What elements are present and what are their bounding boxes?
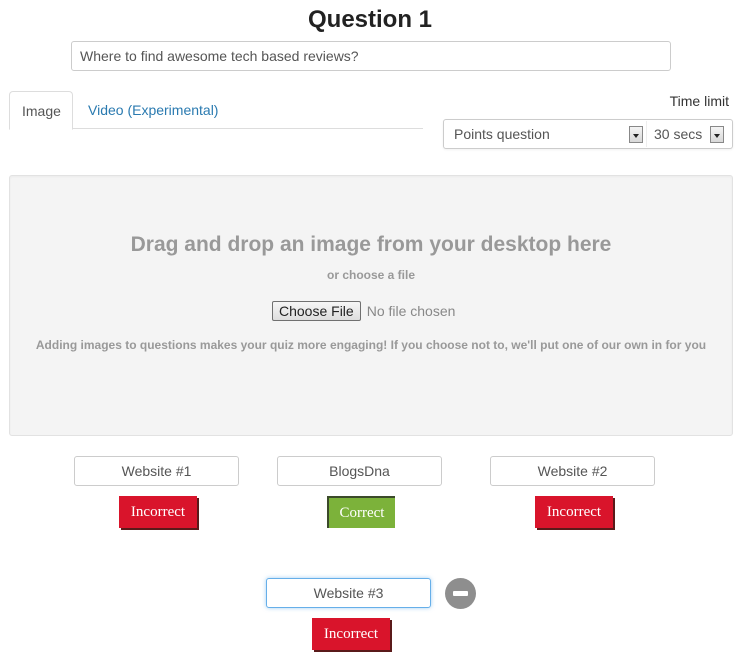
time-limit-label: Time limit [669,93,729,109]
answer-input[interactable] [266,578,431,608]
question-input[interactable] [71,41,671,71]
incorrect-toggle-button[interactable]: Incorrect [312,618,390,650]
file-status: No file chosen [366,303,456,319]
answer-input[interactable] [490,456,655,486]
incorrect-toggle-button[interactable]: Incorrect [535,496,613,528]
question-type-select[interactable]: Points question [454,120,624,148]
divider [646,121,647,147]
correct-toggle-button[interactable]: Correct [327,496,395,528]
media-tabs: Image Video (Experimental) [9,91,423,130]
answer-input[interactable] [74,456,239,486]
image-dropzone[interactable]: Drag and drop an image from your desktop… [9,175,733,436]
chevron-down-icon[interactable] [710,126,724,143]
incorrect-toggle-button[interactable]: Incorrect [119,496,197,528]
question-settings: Points question 30 secs [443,119,733,149]
time-limit-select[interactable]: 30 secs [654,120,714,148]
choose-file-button[interactable]: Choose File [272,301,361,321]
answer-input[interactable] [277,456,442,486]
page-title: Question 1 [307,6,433,33]
dropzone-hint: Adding images to questions makes your qu… [35,338,707,352]
remove-answer-icon[interactable] [445,578,476,609]
dropzone-subheading: or choose a file [326,268,416,282]
tab-video[interactable]: Video (Experimental) [76,91,230,129]
file-picker: Choose File No file chosen [272,300,455,322]
tab-image[interactable]: Image [9,91,73,130]
dropzone-heading: Drag and drop an image from your desktop… [130,233,612,256]
chevron-down-icon[interactable] [629,126,643,143]
